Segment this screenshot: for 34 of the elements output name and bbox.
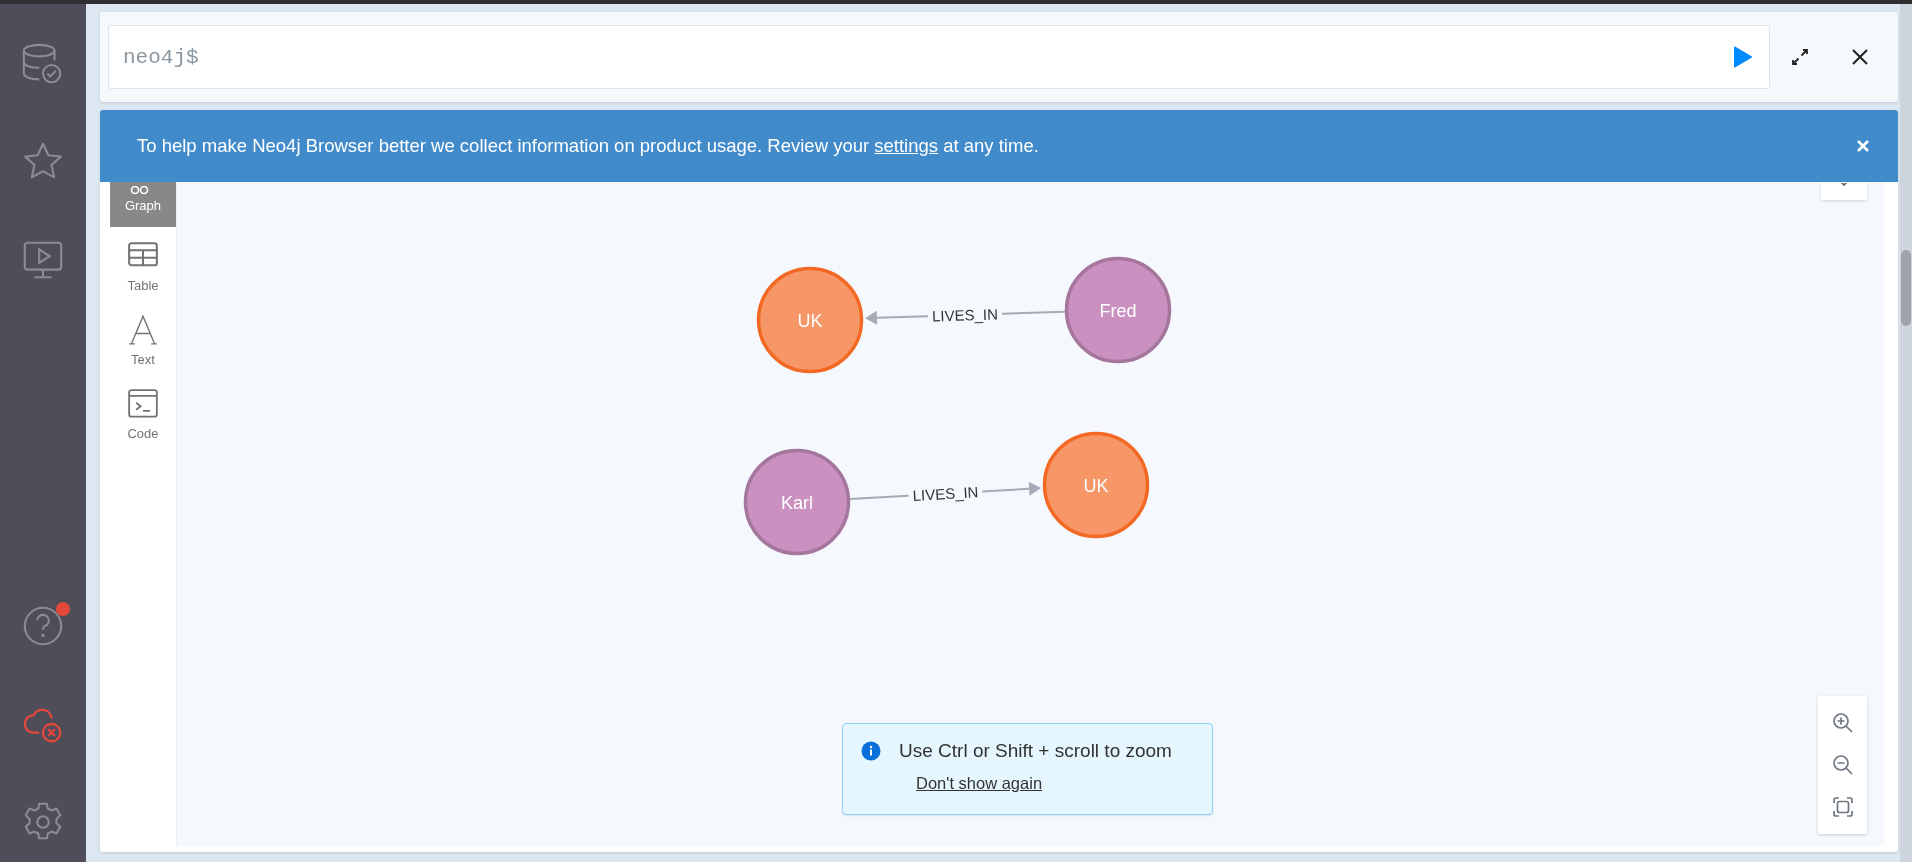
expand-icon: [1791, 48, 1809, 66]
fit-icon: [1831, 796, 1854, 818]
graph-node[interactable]: [743, 448, 851, 556]
relationship-label: LIVES_IN: [931, 305, 999, 325]
zoom-in-icon: [1831, 712, 1854, 734]
view-tab[interactable]: Table: [110, 227, 176, 301]
node-label: UK: [797, 311, 823, 331]
close-icon: [1856, 139, 1870, 153]
view-tab[interactable]: Graph: [110, 182, 176, 227]
editor-prompt: neo4j$: [123, 45, 200, 69]
scrollbar[interactable]: [1900, 4, 1912, 862]
toast-message: Use Ctrl or Shift + scroll to zoom: [899, 740, 1172, 762]
graph-node[interactable]: [756, 266, 864, 374]
info-icon: [861, 741, 881, 761]
graph-node[interactable]: [1064, 256, 1172, 364]
dismiss-button[interactable]: [1856, 139, 1870, 153]
chevron-icon: [1838, 183, 1850, 189]
node-label: UK: [1083, 476, 1109, 496]
dont-show-again-link[interactable]: Don't show again: [916, 774, 1043, 793]
view-tab[interactable]: Code: [110, 375, 176, 449]
node-label: Fred: [1099, 301, 1137, 321]
zoom-out-icon: [1831, 754, 1854, 776]
relationship-label: LIVES_IN: [912, 483, 979, 504]
node-label: Karl: [781, 493, 813, 513]
code-icon: [128, 389, 158, 419]
banner-message: To help make Neo4j Browser better we collect information on product usage. Review your settings at any time.: [137, 135, 1040, 157]
run-button[interactable]: [1733, 46, 1753, 68]
view-tab[interactable]: Text: [110, 301, 176, 375]
graph-node[interactable]: [1042, 431, 1150, 539]
close-icon: [1851, 48, 1869, 66]
text-icon: [128, 315, 158, 345]
query-editor[interactable]: neo4j$: [108, 25, 1770, 89]
play-icon: [1733, 46, 1753, 68]
settings-link[interactable]: settings: [874, 135, 939, 156]
